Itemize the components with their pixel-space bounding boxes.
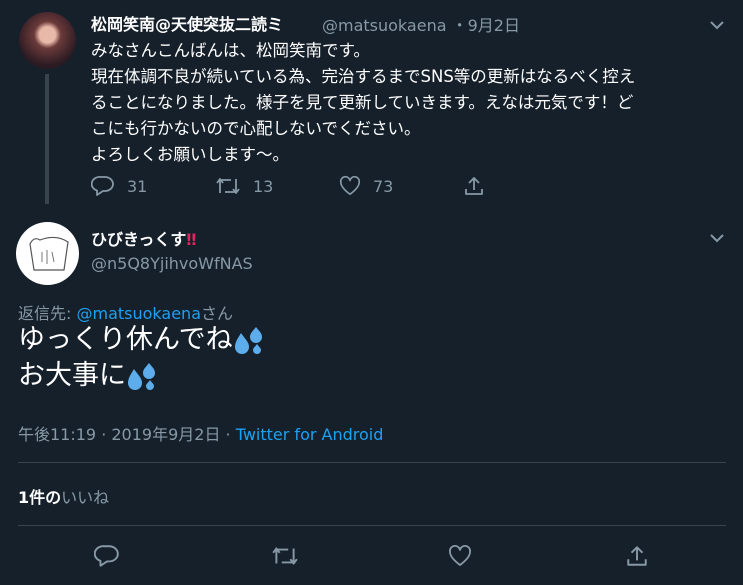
retweet-icon[interactable] [271, 544, 299, 568]
handle[interactable]: @n5Q8YjihvoWfNAS [91, 254, 253, 273]
reply-line-2: お大事に [18, 360, 126, 391]
sweat-droplets-emoji [233, 325, 265, 355]
likes-count: 1件の [18, 488, 62, 507]
retweet-icon [215, 175, 241, 197]
replying-to-prefix: 返信先: [18, 304, 77, 323]
likes-summary[interactable]: 1件のいいね [18, 484, 109, 508]
like-action[interactable]: 73 [339, 175, 393, 197]
likes-label: いいね [61, 488, 110, 507]
display-name[interactable]: 松岡笑南@天使突抜二読ミ [91, 11, 283, 35]
tweet-timestamp[interactable]: 午後11:19 · 2019年9月2日 · [18, 425, 236, 444]
tweet-metadata: 午後11:19 · 2019年9月2日 · Twitter for Androi… [18, 421, 383, 445]
replying-to-link[interactable]: @matsuokaena [76, 304, 201, 323]
share-icon[interactable] [463, 175, 485, 197]
reply-line-1: ゆっくり休んでね [18, 324, 233, 355]
sweat-droplets-emoji [126, 361, 158, 391]
retweet-action[interactable]: 13 [215, 175, 273, 197]
tweet-text: みなさんこんばんは、松岡笑南です。 現在体調不良が続いている為、完治するまでSN… [91, 38, 721, 168]
chevron-down-icon[interactable] [708, 229, 726, 247]
tweet-source-link[interactable]: Twitter for Android [236, 425, 384, 444]
thread-connector-line [45, 74, 49, 204]
retweet-count: 13 [253, 176, 274, 196]
share-icon[interactable] [625, 544, 649, 568]
tweet-text-line: 現在体調不良が続いている為、完治するまでSNS等の更新はなるべく控え [91, 67, 636, 86]
divider [18, 525, 726, 526]
display-name-text[interactable]: ひびきっくす [91, 230, 186, 249]
replying-to: 返信先: @matsuokaenaさん [18, 300, 233, 324]
reply-text: ゆっくり休んでね お大事に [18, 322, 265, 394]
tweet-date[interactable]: ・9月2日 [452, 16, 520, 35]
like-count: 73 [373, 176, 394, 196]
double-exclamation-emoji: ‼ [186, 230, 197, 249]
heart-icon[interactable] [448, 544, 472, 568]
reply-text-line: ゆっくり休んでね [18, 322, 265, 358]
heart-icon [339, 175, 361, 197]
divider [18, 462, 726, 463]
tweet-text-line: こにも行かないので心配しないでください。 [91, 119, 421, 138]
reply-icon [91, 175, 115, 197]
reply-action[interactable]: 31 [91, 175, 147, 197]
reply-count: 31 [127, 176, 148, 196]
handle[interactable]: @matsuokaena [322, 16, 447, 35]
tweet-text-line: よろしくお願いします〜。 [91, 145, 289, 164]
tweet-text-line: みなさんこんばんは、松岡笑南です。 [91, 41, 370, 60]
display-name[interactable]: ひびきっくす‼ [91, 226, 196, 250]
replying-to-suffix: さん [201, 304, 234, 323]
tweet-handle-date: @matsuokaena ・9月2日 [322, 12, 520, 36]
chevron-down-icon[interactable] [708, 16, 726, 34]
tweet-text-line: ることになりました。様子を見て更新していきます。えなは元気です！ど [91, 93, 634, 112]
avatar[interactable] [19, 12, 76, 69]
avatar[interactable] [16, 222, 79, 285]
reply-icon[interactable] [94, 544, 120, 568]
reply-text-line: お大事に [18, 358, 265, 394]
